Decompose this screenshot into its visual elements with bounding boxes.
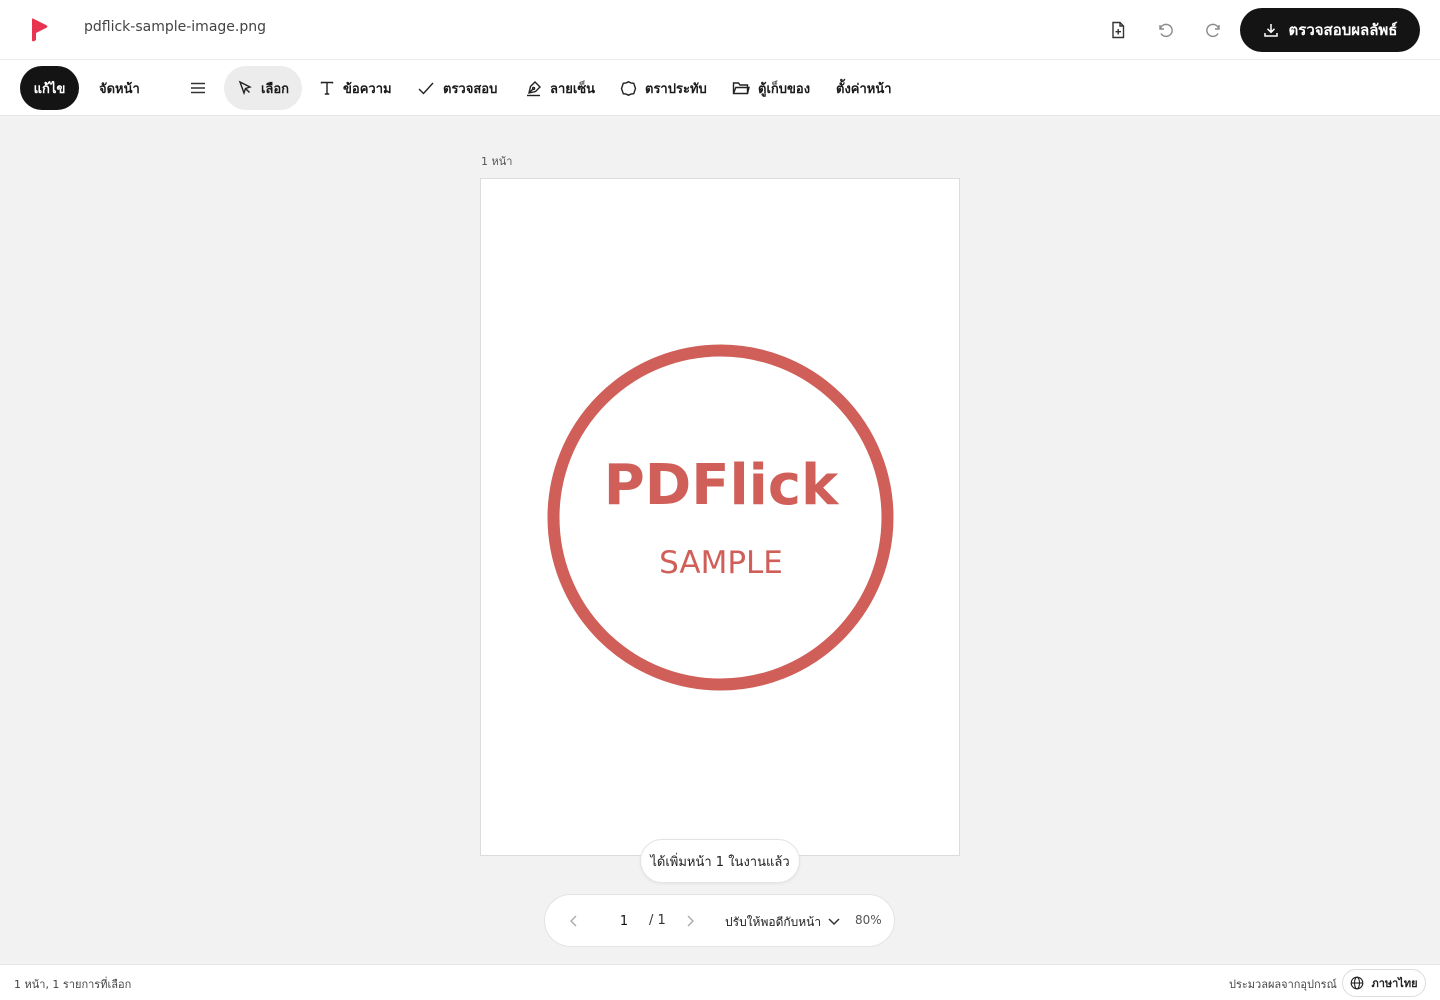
tool-stamp[interactable]: ตราประทับ — [620, 66, 707, 110]
tool-stamp-label: ตราประทับ — [645, 81, 707, 97]
add-page-icon[interactable] — [1106, 18, 1130, 42]
mode-arrange-tab[interactable]: จัดหน้า — [99, 66, 140, 110]
toast-message: ได้เพิ่มหน้า 1 ในงานแล้ว — [650, 854, 790, 870]
mode-edit-tab[interactable]: แก้ไข — [20, 66, 79, 110]
export-button[interactable]: ตรวจสอบผลลัพธ์ — [1240, 8, 1420, 52]
text-icon — [320, 81, 334, 95]
undo-icon[interactable] — [1153, 18, 1177, 42]
mode-edit-label: แก้ไข — [33, 81, 66, 97]
tool-signature[interactable]: ลายเซ็น — [525, 66, 595, 110]
pen-icon — [527, 80, 541, 96]
globe-icon — [1351, 976, 1364, 990]
top-bar: pdflick-sample-image.png ตรวจสอบผลลัพธ์ — [0, 0, 1440, 60]
total-pages-label: / 1 — [649, 913, 666, 928]
page-count-label: 1 หน้า — [481, 155, 513, 168]
current-page-input[interactable] — [611, 910, 637, 932]
redo-icon[interactable] — [1202, 18, 1226, 42]
tool-page-settings-label: ตั้งค่าหน้า — [836, 81, 892, 97]
menu-icon[interactable] — [189, 66, 207, 110]
tool-check-label: ตรวจสอบ — [443, 81, 498, 97]
tool-page-settings[interactable]: ตั้งค่าหน้า — [836, 66, 892, 110]
language-button[interactable]: ภาษาไทย — [1342, 969, 1426, 997]
stamp-title: PDFlick — [604, 453, 840, 518]
page-added-toast: ได้เพิ่มหน้า 1 ในงานแล้ว — [640, 839, 800, 883]
chevron-left-icon[interactable] — [567, 913, 581, 929]
chevron-right-icon[interactable] — [683, 913, 697, 929]
fit-to-page-select[interactable]: ปรับให้พอดีกับหน้า — [725, 913, 821, 932]
tool-select-label: เลือก — [260, 81, 290, 97]
file-name: pdflick-sample-image.png — [84, 19, 266, 35]
check-icon — [418, 82, 434, 95]
export-label: ตรวจสอบผลลัพธ์ — [1288, 21, 1398, 39]
language-label: ภาษาไทย — [1371, 977, 1418, 990]
stamp-subtitle: SAMPLE — [659, 545, 783, 581]
tool-select[interactable]: เลือก — [224, 66, 302, 110]
tool-text[interactable]: ข้อความ — [319, 66, 392, 110]
chevron-down-icon[interactable] — [826, 913, 842, 929]
zoom-level: 80% — [855, 913, 882, 927]
selection-status: 1 หน้า, 1 รายการที่เลือก — [14, 978, 132, 991]
status-bar: 1 หน้า, 1 รายการที่เลือก ประมวลผลจากอุปก… — [0, 964, 1440, 1000]
cursor-icon — [238, 80, 252, 96]
pdflick-logo-icon[interactable] — [30, 18, 50, 42]
tool-storage-label: ตู้เก็บของ — [758, 81, 811, 97]
mode-arrange-label: จัดหน้า — [99, 81, 140, 97]
document-page[interactable]: PDFlick SAMPLE — [480, 178, 960, 856]
folder-icon — [732, 82, 750, 95]
tool-storage[interactable]: ตู้เก็บของ — [732, 66, 810, 110]
processing-status: ประมวลผลจากอุปกรณ์ — [1229, 978, 1337, 991]
download-icon — [1263, 24, 1278, 37]
tool-check[interactable]: ตรวจสอบ — [417, 66, 497, 110]
pdflick-sample-stamp[interactable]: PDFlick SAMPLE — [547, 344, 894, 691]
stamp-icon — [620, 80, 637, 96]
tool-signature-label: ลายเซ็น — [550, 81, 596, 97]
editor-toolbar: แก้ไข จัดหน้า เลือก ข้อความ ตรวจสอบ ลายเ… — [0, 60, 1440, 116]
tool-text-label: ข้อความ — [343, 81, 392, 97]
page-navigator: / 1 ปรับให้พอดีกับหน้า 80% — [544, 894, 895, 947]
